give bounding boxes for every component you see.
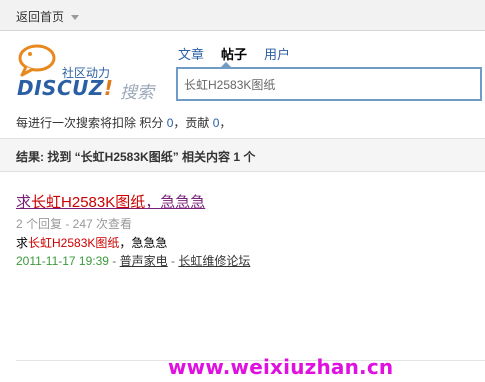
result-footer: 2011-11-17 19:39 - 普声家电 - 长虹维修论坛 (16, 254, 251, 268)
top-bar: 返回首页 (0, 0, 485, 31)
chevron-down-icon (71, 15, 80, 21)
result-author-link[interactable]: 普声家电 (120, 254, 168, 268)
search-input[interactable] (178, 69, 480, 99)
result-stats: 2 个回复 - 247 次查看 (16, 217, 133, 231)
result-snippet: 求长虹H2583K图纸，急急急 (16, 236, 168, 250)
logo-brand: DISCUZ! (17, 76, 114, 100)
discuz-logo[interactable]: 社区动力 DISCUZ! 搜索 (16, 44, 166, 102)
speech-bubble-icon (18, 44, 56, 77)
search-cost-info: 每进行一次搜索将扣除 积分 0，贡献 0， (16, 116, 232, 130)
tab-posts[interactable]: 帖子 (221, 44, 247, 63)
result-summary: 结果: 找到 “长虹H2583K图纸” 相关内容 1 个 (16, 150, 256, 164)
tab-articles[interactable]: 文章 (178, 44, 204, 63)
home-link[interactable]: 返回首页 (16, 8, 80, 25)
result-forum-link[interactable]: 长虹维修论坛 (178, 254, 250, 268)
logo-search-word: 搜索 (120, 83, 154, 102)
result-summary-bar: 结果: 找到 “长虹H2583K图纸” 相关内容 1 个 (0, 138, 485, 172)
home-link-label: 返回首页 (16, 10, 65, 24)
search-box (176, 67, 482, 101)
result-date: 2011-11-17 19:39 (16, 254, 109, 268)
tab-users[interactable]: 用户 (264, 44, 290, 63)
result-title-link[interactable]: 求长虹H2583K图纸，急急急 (16, 191, 205, 212)
watermark: www.weixiuzhan.cn (168, 355, 394, 379)
